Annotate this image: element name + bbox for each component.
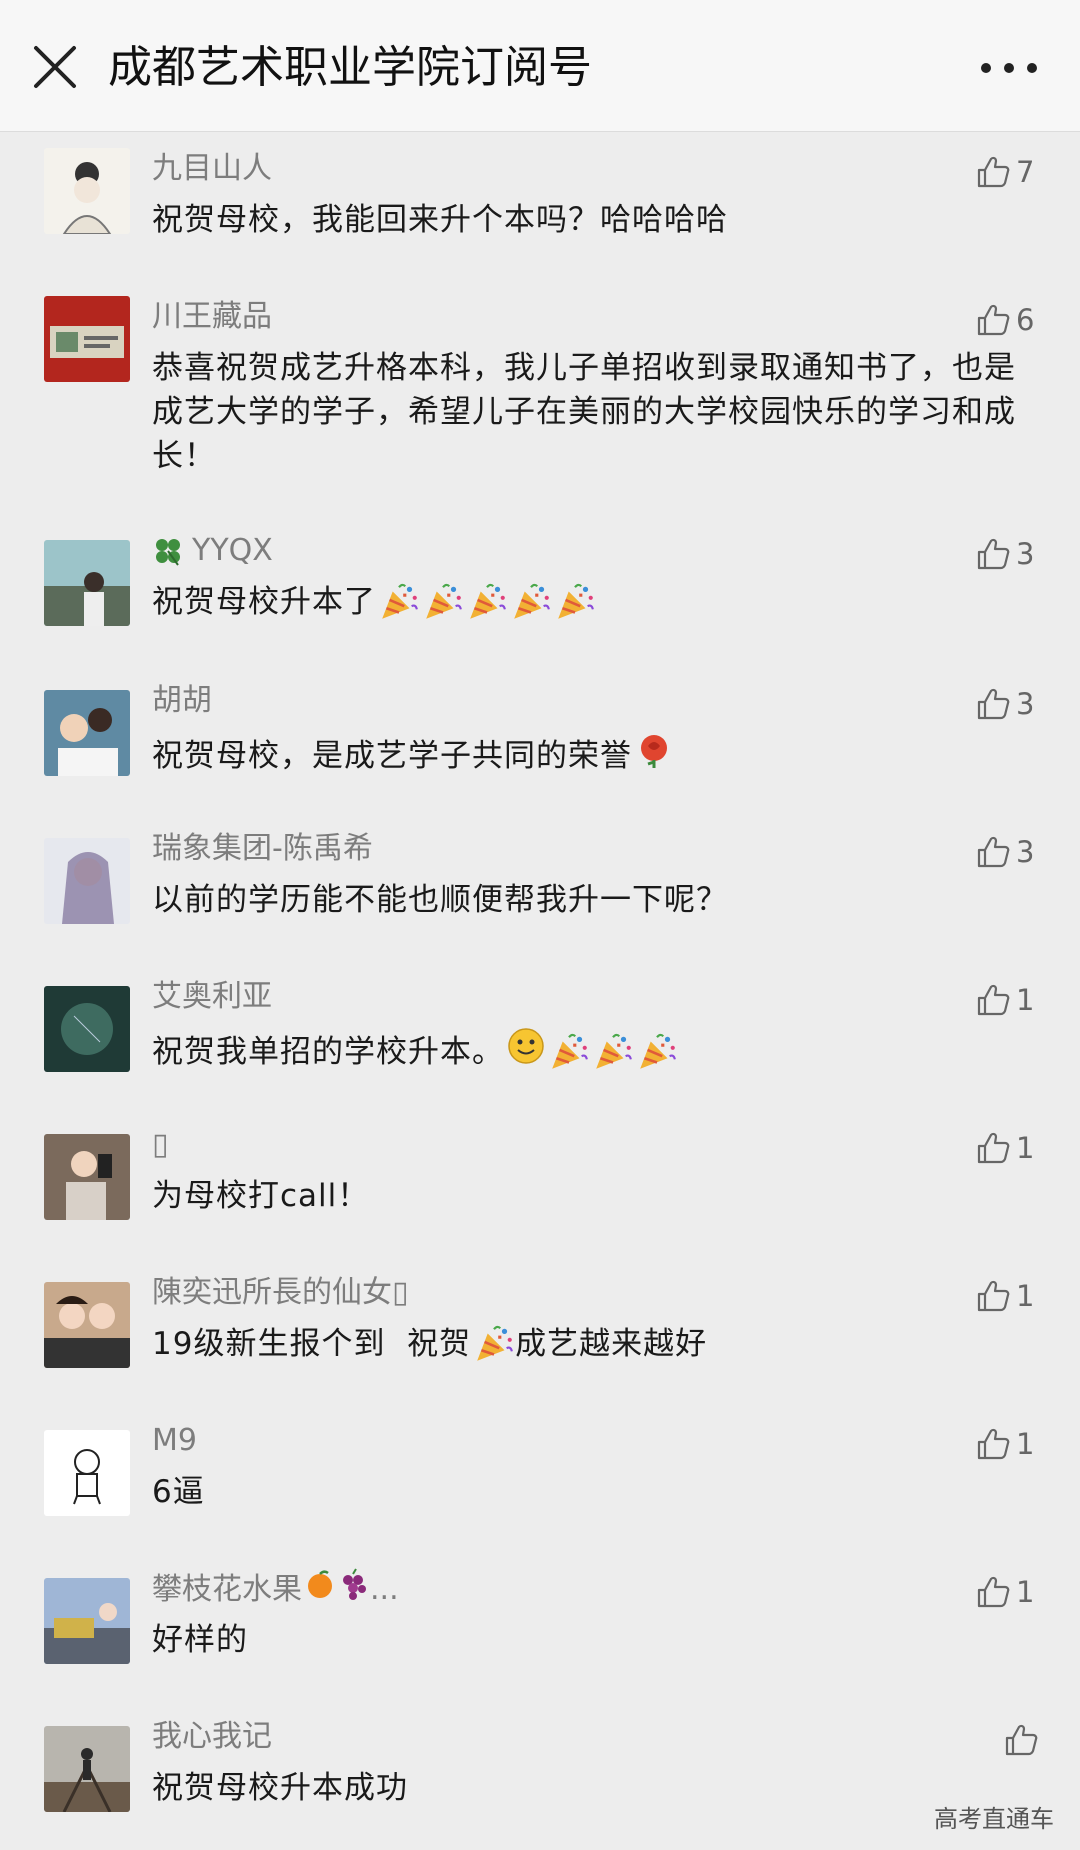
party-popper-icon — [510, 581, 552, 623]
comment-nickname-text: YYQX — [192, 533, 273, 568]
thumbs-up-icon — [976, 687, 1010, 721]
comment-nickname[interactable]: 瑞象集团-陈禹希 — [152, 828, 373, 870]
comment-nickname[interactable]: 胡胡 — [152, 680, 212, 722]
comment-text: 祝贺我单招的学校升本。 — [152, 1026, 1022, 1078]
avatar[interactable] — [44, 1726, 130, 1812]
like-button[interactable]: 3 — [976, 832, 1034, 872]
thumbs-up-icon — [976, 1427, 1010, 1461]
like-count: 7 — [1016, 155, 1035, 189]
party-popper-icon — [466, 581, 508, 623]
like-button[interactable]: 1 — [976, 1424, 1034, 1464]
watermark: 高考直通车 — [934, 1805, 1054, 1833]
party-popper-icon — [592, 1031, 634, 1073]
party-popper-icon — [473, 1323, 515, 1365]
comment-nickname[interactable]: YYQX — [152, 530, 273, 572]
comment-nickname-ellipsis: ... — [370, 1572, 399, 1607]
comment-text: 6逼 — [152, 1474, 205, 1510]
thumbs-up-icon — [976, 983, 1010, 1017]
party-popper-icon — [636, 1031, 678, 1073]
avatar[interactable] — [44, 296, 130, 382]
comment-nickname[interactable]: 攀枝花水果 ... — [152, 1568, 399, 1612]
page-title: 成都艺术职业学院订阅号 — [108, 42, 592, 93]
comment-text-body: 祝贺母校，是成艺学子共同的荣誉 — [152, 738, 632, 774]
comment-nickname[interactable]: 陳奕迅所長的仙女▯ — [152, 1272, 409, 1314]
thumbs-up-icon — [976, 1575, 1010, 1609]
like-button[interactable]: 1 — [976, 1128, 1034, 1168]
like-count: 3 — [1016, 835, 1035, 869]
like-button[interactable]: 6 — [976, 300, 1034, 340]
avatar[interactable] — [44, 986, 130, 1072]
comment-text: 恭喜祝贺成艺升格本科，我儿子单招收到录取通知书了，也是成艺大学的学子，希望儿子在… — [152, 350, 1016, 474]
comment-nickname[interactable]: 艾奥利亚 — [152, 976, 272, 1018]
comment-text: 19级新生报个到 祝贺 成艺越来越好 — [152, 1322, 1022, 1366]
avatar[interactable] — [44, 838, 130, 924]
like-count: 1 — [1016, 1427, 1035, 1461]
comment-nickname[interactable]: M9 — [152, 1420, 197, 1462]
comment-text-body: 成艺越来越好 — [515, 1326, 708, 1362]
thumbs-up-icon — [976, 155, 1010, 189]
comment-text: 祝贺母校，是成艺学子共同的荣誉 — [152, 730, 1022, 782]
like-button[interactable]: 1 — [976, 1572, 1034, 1612]
like-count: 6 — [1016, 303, 1035, 337]
comment-text: 祝贺母校升本了 — [152, 580, 1022, 624]
comment-nickname[interactable]: ▯ — [152, 1124, 169, 1166]
party-popper-icon — [378, 581, 420, 623]
smile-icon — [506, 1026, 546, 1078]
like-count: 1 — [1016, 1279, 1035, 1313]
like-button[interactable]: 1 — [976, 980, 1034, 1020]
comment-nickname-text: 攀枝花水果 — [152, 1572, 302, 1607]
tangerine-icon — [304, 1568, 336, 1612]
comment-text-body: 祝贺我单招的学校升本。 — [152, 1034, 504, 1070]
avatar[interactable] — [44, 1134, 130, 1220]
top-bar: 成都艺术职业学院订阅号 — [0, 0, 1080, 132]
grapes-icon — [338, 1568, 370, 1612]
like-count: 1 — [1016, 1575, 1035, 1609]
party-popper-icon — [422, 581, 464, 623]
avatar[interactable] — [44, 1430, 130, 1516]
like-button[interactable] — [1004, 1720, 1038, 1760]
more-options-icon[interactable] — [974, 50, 1044, 86]
comment-text: 好样的 — [152, 1622, 248, 1658]
like-button[interactable]: 1 — [976, 1276, 1034, 1316]
close-icon[interactable] — [30, 42, 80, 92]
comment-nickname[interactable]: 我心我记 — [152, 1716, 272, 1758]
comment-text: 以前的学历能不能也顺便帮我升一下呢？ — [152, 882, 728, 918]
comment-text: 祝贺母校升本成功 — [152, 1770, 408, 1806]
like-count: 1 — [1016, 983, 1035, 1017]
party-popper-icon — [554, 581, 596, 623]
avatar[interactable] — [44, 690, 130, 776]
thumbs-up-icon — [976, 1131, 1010, 1165]
thumbs-up-icon — [976, 1279, 1010, 1313]
avatar[interactable] — [44, 148, 130, 234]
avatar[interactable] — [44, 540, 130, 626]
like-button[interactable]: 3 — [976, 684, 1034, 724]
comment-text: 为母校打call！ — [152, 1178, 370, 1214]
four-leaf-clover-icon — [152, 535, 184, 567]
like-count: 1 — [1016, 1131, 1035, 1165]
thumbs-up-icon — [1004, 1723, 1038, 1757]
thumbs-up-icon — [976, 537, 1010, 571]
rose-icon — [634, 730, 674, 782]
like-count: 3 — [1016, 537, 1035, 571]
like-count: 3 — [1016, 687, 1035, 721]
avatar[interactable] — [44, 1282, 130, 1368]
comment-text: 祝贺母校，我能回来升个本吗？哈哈哈哈 — [152, 202, 728, 238]
thumbs-up-icon — [976, 303, 1010, 337]
comment-nickname[interactable]: 川王藏品 — [152, 296, 272, 338]
comment-text-body: 祝贺母校升本了 — [152, 584, 376, 620]
like-button[interactable]: 3 — [976, 534, 1034, 574]
comment-text-body: 19级新生报个到 祝贺 — [152, 1326, 472, 1362]
comment-nickname[interactable]: 九目山人 — [152, 148, 272, 190]
thumbs-up-icon — [976, 835, 1010, 869]
like-button[interactable]: 7 — [976, 152, 1034, 192]
party-popper-icon — [548, 1031, 590, 1073]
avatar[interactable] — [44, 1578, 130, 1664]
